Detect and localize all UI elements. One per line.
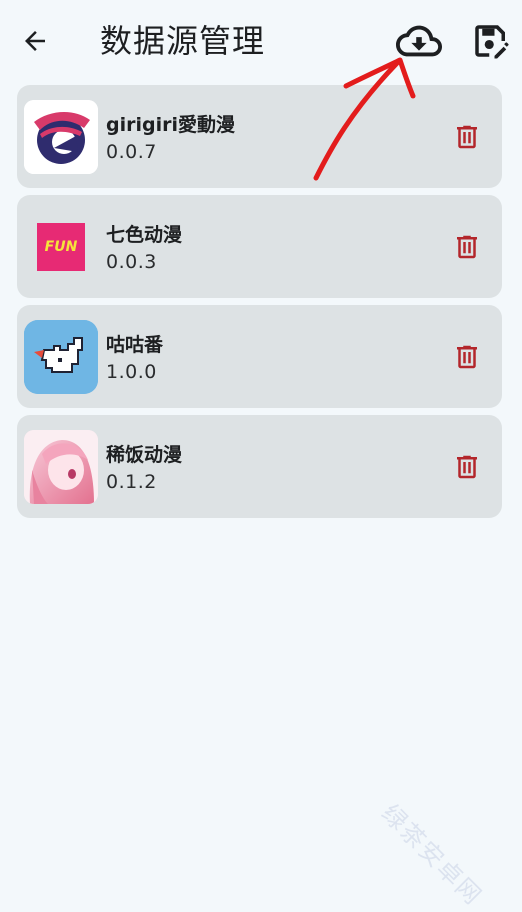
save-edit-icon [475,25,510,59]
source-list: girigiri愛動漫 0.0.7 FUN 七色动漫 0.0.3 咕咕番 1.0… [17,85,502,525]
trash-icon [457,345,477,369]
source-version: 1.0.0 [106,361,157,383]
delete-button[interactable] [447,445,487,489]
source-card[interactable]: 咕咕番 1.0.0 [17,305,502,408]
pixel-bird-logo [24,320,98,394]
save-edit-button[interactable] [468,18,514,64]
arrow-left-icon [25,31,45,51]
source-name: 七色动漫 [106,224,183,246]
source-card[interactable]: FUN 七色动漫 0.0.3 [17,195,502,298]
delete-button[interactable] [447,335,487,379]
source-version: 0.0.7 [106,141,157,163]
source-version: 0.0.3 [106,251,157,273]
watermark: 绿茶安卓网 [375,799,488,911]
trash-icon [457,125,477,149]
source-name: 咕咕番 [106,334,164,356]
page-title: 数据源管理 [100,22,266,60]
delete-button[interactable] [447,225,487,269]
trash-icon [457,455,477,479]
cloud-download-icon [396,25,442,57]
fun-logo: FUN [24,210,98,284]
source-name: girigiri愛動漫 [106,114,235,136]
source-name: 稀饭动漫 [106,444,183,466]
source-card[interactable]: 稀饭动漫 0.1.2 [17,415,502,518]
back-button[interactable] [14,20,56,62]
app-bar: 数据源管理 [0,0,522,82]
delete-button[interactable] [447,115,487,159]
download-source-button[interactable] [396,18,442,64]
fun-logo-text: FUN [44,239,78,255]
source-card[interactable]: girigiri愛動漫 0.0.7 [17,85,502,188]
anime-girl-avatar [24,430,98,504]
source-version: 0.1.2 [106,471,157,493]
girigiri-logo [24,100,98,174]
trash-icon [457,235,477,259]
